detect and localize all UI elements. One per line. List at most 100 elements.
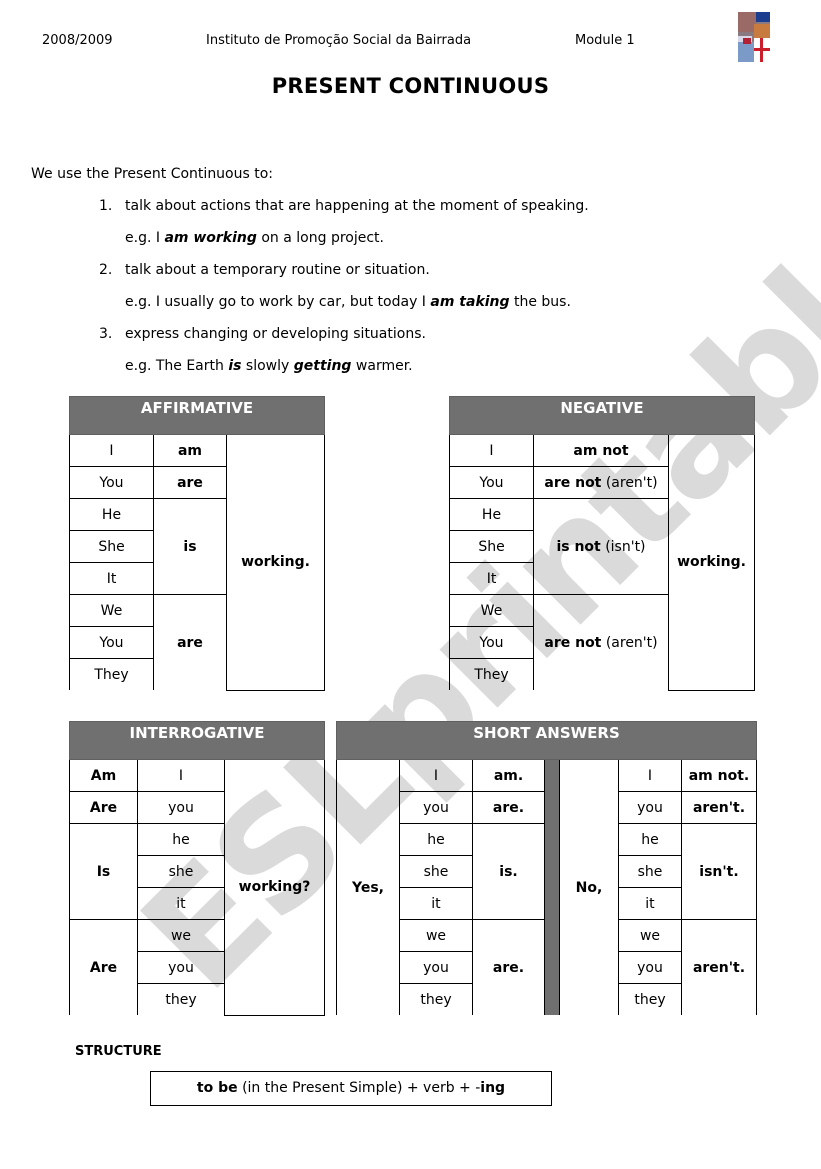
flags-collage-image [738,12,770,62]
subject-cell: it [618,887,682,920]
subject-cell: You [69,626,154,659]
verb-cell: am not [533,434,669,467]
subject-cell: they [137,983,225,1015]
contraction: (aren't) [601,634,658,651]
subject-cell: we [399,919,473,952]
subject-cell: they [399,983,473,1015]
verb-cell: Is [69,823,138,920]
formula-bold: ing [480,1080,506,1096]
subject-cell: They [69,658,154,690]
yes-verb-cell: is. [472,823,545,920]
example-text: e.g. I [125,230,165,246]
example-text: the bus. [509,294,571,310]
formula-bold: to be [196,1080,238,1096]
use-example-1: e.g. I am working on a long project. [125,230,384,246]
interrogative-table: INTERROGATIVE Am I working? Are you Is he … [69,721,325,1016]
affirmative-header: AFFIRMATIVE [69,396,325,435]
use-text-2: talk about a temporary routine or situat… [125,262,430,278]
contraction: (isn't) [600,538,646,555]
column-divider [544,759,560,1015]
no-verb-cell: am not. [681,759,757,792]
use-number-1: 1. [99,198,113,214]
verb-cell: Are [69,919,138,1015]
use-example-2: e.g. I usually go to work by car, but to… [125,294,571,310]
structure-formula: to be (in the Present Simple) + verb + -… [150,1071,552,1106]
verb-cell: are [153,466,227,499]
subject-cell: I [137,759,225,792]
verb-bold: are not [544,634,602,651]
use-text-3: express changing or developing situation… [125,326,426,342]
subject-cell: they [618,983,682,1015]
subject-cell: I [399,759,473,792]
subject-cell: we [137,919,225,952]
no-verb-cell: aren't. [681,791,757,824]
example-highlight: am working [164,230,257,246]
institution-name: Instituto de Promoção Social da Bairrada [206,33,472,48]
ending-cell: working. [668,434,755,691]
school-year: 2008/2009 [42,33,113,48]
verb-cell: are not (aren't) [533,466,669,499]
formula-text: (in the Present Simple) + verb + - [237,1080,481,1096]
subject-cell: She [69,530,154,563]
subject-cell: It [69,562,154,595]
verb-bold: are not [544,474,602,491]
negative-table: NEGATIVE I am not working. You are not (a… [449,396,755,691]
verb-cell: is [153,498,227,595]
module-label: Module 1 [575,33,635,48]
yes-verb-cell: are. [472,919,545,1015]
structure-label: STRUCTURE [75,1044,162,1059]
subject-cell: you [137,791,225,824]
subject-cell: you [399,951,473,984]
subject-cell: you [618,791,682,824]
yes-verb-cell: are. [472,791,545,824]
use-number-2: 2. [99,262,113,278]
verb-cell: are [153,594,227,690]
subject-cell: you [618,951,682,984]
subject-cell: you [399,791,473,824]
example-highlight: am taking [430,294,510,310]
subject-cell: I [449,434,534,467]
example-highlight: is [228,358,242,374]
example-text: on a long project. [256,230,384,246]
subject-cell: he [399,823,473,856]
verb-bold: am not [573,442,629,459]
subject-cell: we [618,919,682,952]
subject-cell: It [449,562,534,595]
example-highlight: getting [293,358,352,374]
subject-cell: you [137,951,225,984]
contraction: (aren't) [601,474,658,491]
example-text: warmer. [351,358,413,374]
subject-cell: he [137,823,225,856]
affirmative-table: AFFIRMATIVE I am working. You are He is Sh… [69,396,325,691]
subject-cell: You [69,466,154,499]
subject-cell: We [69,594,154,627]
subject-cell: You [449,626,534,659]
verb-cell: are not (aren't) [533,594,669,690]
negative-header: NEGATIVE [449,396,755,435]
subject-cell: she [618,855,682,888]
example-text: slowly [241,358,294,374]
ending-cell: working? [224,759,325,1016]
subject-cell: she [137,855,225,888]
no-cell: No, [559,759,619,1015]
verb-bold: is not [556,538,601,555]
subject-cell: it [137,887,225,920]
example-text: e.g. The Earth [125,358,229,374]
example-text: e.g. I usually go to work by car, but to… [125,294,431,310]
subject-cell: They [449,658,534,690]
subject-cell: he [618,823,682,856]
verb-cell: Am [69,759,138,792]
no-verb-cell: isn't. [681,823,757,920]
subject-cell: We [449,594,534,627]
intro-text: We use the Present Continuous to: [31,166,274,182]
subject-cell: You [449,466,534,499]
ending-cell: working. [226,434,325,691]
subject-cell: I [69,434,154,467]
yes-cell: Yes, [336,759,400,1015]
verb-cell: am [153,434,227,467]
subject-cell: He [449,498,534,531]
use-example-3: e.g. The Earth is slowly getting warmer. [125,358,413,374]
subject-cell: I [618,759,682,792]
subject-cell: She [449,530,534,563]
short-answers-table: SHORT ANSWERS Yes, I am. No, I am not. y… [336,721,757,1015]
